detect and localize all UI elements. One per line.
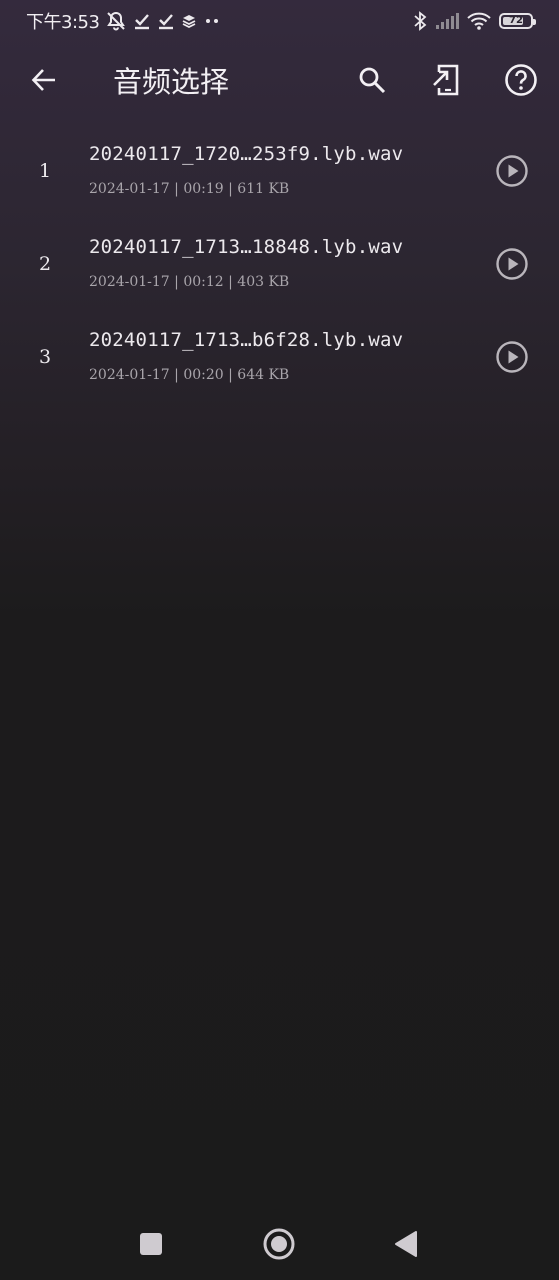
list-item[interactable]: 1 20240117_1720…253f9.lyb.wav 2024-01-17… [0, 125, 559, 218]
back-triangle-icon [393, 1230, 419, 1262]
help-button[interactable] [499, 60, 543, 104]
check-icon [133, 10, 151, 32]
search-button[interactable] [350, 60, 394, 104]
help-icon [504, 63, 538, 101]
import-icon [432, 63, 462, 101]
home-circle-icon [262, 1227, 296, 1265]
play-circle-icon [495, 340, 529, 378]
page-title: 音频选择 [113, 65, 230, 99]
item-filename: 20240117_1713…b6f28.lyb.wav [89, 329, 404, 351]
navigation-bar [0, 1210, 559, 1280]
app-bar: 音频选择 [0, 50, 559, 114]
recents-square-icon [139, 1232, 163, 1260]
check-icon [157, 10, 175, 32]
battery-icon: 72 [499, 13, 536, 29]
play-button[interactable] [492, 246, 532, 286]
status-right: 72 [413, 9, 536, 33]
search-icon [357, 65, 387, 99]
back-button[interactable] [22, 60, 66, 104]
list-item[interactable]: 3 20240117_1713…b6f28.lyb.wav 2024-01-17… [0, 311, 559, 404]
item-index: 3 [38, 346, 52, 368]
bluetooth-icon [413, 10, 427, 32]
item-filename: 20240117_1713…18848.lyb.wav [89, 236, 404, 258]
item-filename: 20240117_1720…253f9.lyb.wav [89, 143, 404, 165]
more-dots-icon [203, 10, 221, 32]
mute-notification-icon [105, 10, 127, 32]
audio-list: 1 20240117_1720…253f9.lyb.wav 2024-01-17… [0, 125, 559, 404]
play-circle-icon [495, 154, 529, 192]
home-button[interactable] [261, 1228, 297, 1264]
signal-icon [435, 10, 459, 32]
play-circle-icon [495, 247, 529, 285]
item-meta: 2024-01-17 | 00:20 | 644 KB [89, 367, 290, 383]
layers-icon [181, 10, 197, 32]
play-button[interactable] [492, 339, 532, 379]
play-button[interactable] [492, 153, 532, 193]
item-index: 1 [38, 160, 52, 182]
status-bar: 下午3:53 72 [0, 0, 559, 40]
wifi-icon [467, 10, 491, 32]
arrow-left-icon [30, 66, 58, 98]
status-left: 下午3:53 [26, 9, 221, 33]
item-meta: 2024-01-17 | 00:19 | 611 KB [89, 181, 290, 197]
battery-level: 72 [509, 15, 523, 26]
item-meta: 2024-01-17 | 00:12 | 403 KB [89, 274, 290, 290]
import-button[interactable] [425, 60, 469, 104]
item-index: 2 [38, 253, 52, 275]
status-time: 下午3:53 [26, 12, 100, 33]
list-item[interactable]: 2 20240117_1713…18848.lyb.wav 2024-01-17… [0, 218, 559, 311]
system-back-button[interactable] [388, 1228, 424, 1264]
recents-button[interactable] [133, 1228, 169, 1264]
